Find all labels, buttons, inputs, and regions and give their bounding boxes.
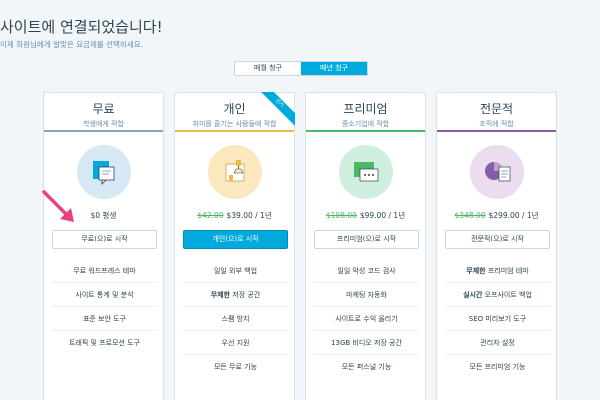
feature-text: 오프사이트 백업 xyxy=(482,291,532,299)
plan-name: 개인 xyxy=(223,102,246,116)
plan-card-personal: 인기 개인 취미를 즐기는 사람들에 적합 $42.00 $39.00 / 1년 … xyxy=(174,92,295,400)
price-current: $0 평생 xyxy=(90,211,117,220)
plan-name: 무료 xyxy=(92,102,115,116)
plan-subtitle: 취미를 즐기는 사람들에 적합 xyxy=(192,120,277,128)
feature-item: 무제한 프리미엄 테마 xyxy=(445,259,550,283)
feature-list: 무제한 프리미엄 테마 실시간 오프사이트 백업 SEO 미리보기 도구 관리자… xyxy=(445,259,550,379)
plan-color-bar xyxy=(306,130,425,132)
start-personal-button[interactable]: 개인(으)로 시작 xyxy=(183,230,288,249)
page-title: 사이트에 연결되었습니다! xyxy=(0,18,163,36)
feature-item: 사이트로 수익 올리기 xyxy=(314,307,419,331)
feature-item: 일일 외부 백업 xyxy=(183,259,288,283)
plan-header: 전문적 조직에 적합 xyxy=(437,93,556,132)
monthly-billing-option[interactable]: 매월 청구 xyxy=(235,62,301,75)
plan-card-premium: 프리미엄 중소기업에 적합 $108.00 $99.00 / 1년 프리미엄(으)… xyxy=(305,92,426,400)
feature-item: 실시간 오프사이트 백업 xyxy=(445,283,550,307)
feature-item: 13GB 비디오 저장 공간 xyxy=(314,331,419,355)
yearly-billing-option[interactable]: 매년 청구 xyxy=(301,62,367,75)
feature-item: 무료 워드프레스 테마 xyxy=(52,259,157,283)
plan-color-bar xyxy=(437,130,556,132)
price-current: $299.00 / 1년 xyxy=(488,211,539,220)
feature-item: 모든 무료 기능 xyxy=(213,363,258,371)
plan-subtitle: 중소기업에 적합 xyxy=(341,120,390,128)
feature-item: 관리자 설정 xyxy=(445,331,550,355)
lamp-icon xyxy=(208,145,262,199)
chart-icon xyxy=(470,145,524,199)
feature-item: 우선 지원 xyxy=(183,331,288,355)
plan-name: 전문적 xyxy=(479,102,514,116)
plan-header: 무료 학생에게 적합 xyxy=(44,93,163,132)
plan-header: 개인 취미를 즐기는 사람들에 적합 xyxy=(175,93,294,132)
start-premium-button[interactable]: 프리미엄(으)로 시작 xyxy=(314,230,419,249)
feature-item: 트래픽 및 프로모션 도구 xyxy=(68,339,141,347)
feature-list: 무료 워드프레스 테마 사이트 통계 및 분석 표준 보안 도구 트래픽 및 프… xyxy=(52,259,157,355)
chat-bubbles-icon xyxy=(77,145,131,199)
start-free-button[interactable]: 무료(으)로 시작 xyxy=(52,230,157,249)
monitor-icon xyxy=(339,145,393,199)
plan-header: 프리미엄 중소기업에 적합 xyxy=(306,93,425,132)
plan-cards: 무료 학생에게 적합 $0 평생 무료(으)로 시작 무료 워드프레스 테마 사… xyxy=(43,92,557,400)
feature-item: 스팸 방지 xyxy=(183,307,288,331)
plan-card-free: 무료 학생에게 적합 $0 평생 무료(으)로 시작 무료 워드프레스 테마 사… xyxy=(43,92,164,400)
feature-item: 모든 프리미엄 기능 xyxy=(469,363,526,371)
feature-item: 사이트 통계 및 분석 xyxy=(52,283,157,307)
feature-item: 일일 악성 코드 검사 xyxy=(314,259,419,283)
price-original: $42.00 xyxy=(197,211,224,220)
feature-highlight: 실시간 xyxy=(463,291,483,299)
plan-color-bar xyxy=(44,130,163,132)
billing-toggle: 매월 청구 매년 청구 xyxy=(234,61,368,76)
page-subtitle: 이제 회원님에게 알맞은 요금제를 선택하세요. xyxy=(0,40,144,49)
plan-price: $108.00 $99.00 / 1년 xyxy=(306,210,425,221)
price-current: $39.00 / 1년 xyxy=(226,211,272,220)
start-business-button[interactable]: 전문적(으)로 시작 xyxy=(445,230,550,249)
feature-text: 프리미엄 테마 xyxy=(485,267,529,275)
price-current: $99.00 / 1년 xyxy=(359,211,406,220)
plan-subtitle: 학생에게 적합 xyxy=(83,120,124,128)
price-original: $108.00 xyxy=(325,211,357,220)
plan-name: 프리미엄 xyxy=(343,102,388,116)
price-original: $348.00 xyxy=(454,211,486,220)
feature-list: 일일 외부 백업 무제한 저장 공간 스팸 방지 우선 지원 모든 무료 기능 xyxy=(183,259,288,379)
feature-item: 모든 퍼스널 기능 xyxy=(341,363,392,371)
plan-color-bar xyxy=(175,130,294,132)
feature-item: 무제한 저장 공간 xyxy=(183,283,288,307)
feature-item: 표준 보안 도구 xyxy=(52,307,157,331)
plan-card-business: 전문적 조직에 적합 $348.00 $299.00 / 1년 전문적(으)로 시… xyxy=(436,92,557,400)
plan-price: $42.00 $39.00 / 1년 xyxy=(175,210,294,221)
plan-price: $348.00 $299.00 / 1년 xyxy=(437,210,556,221)
pointer-arrow-icon xyxy=(42,190,74,222)
feature-highlight: 무제한 xyxy=(466,267,486,275)
feature-item: SEO 미리보기 도구 xyxy=(445,307,550,331)
plan-subtitle: 조직에 적합 xyxy=(479,120,514,128)
feature-item: 마케팅 자동화 xyxy=(314,283,419,307)
feature-list: 일일 악성 코드 검사 마케팅 자동화 사이트로 수익 올리기 13GB 비디오… xyxy=(314,259,419,379)
